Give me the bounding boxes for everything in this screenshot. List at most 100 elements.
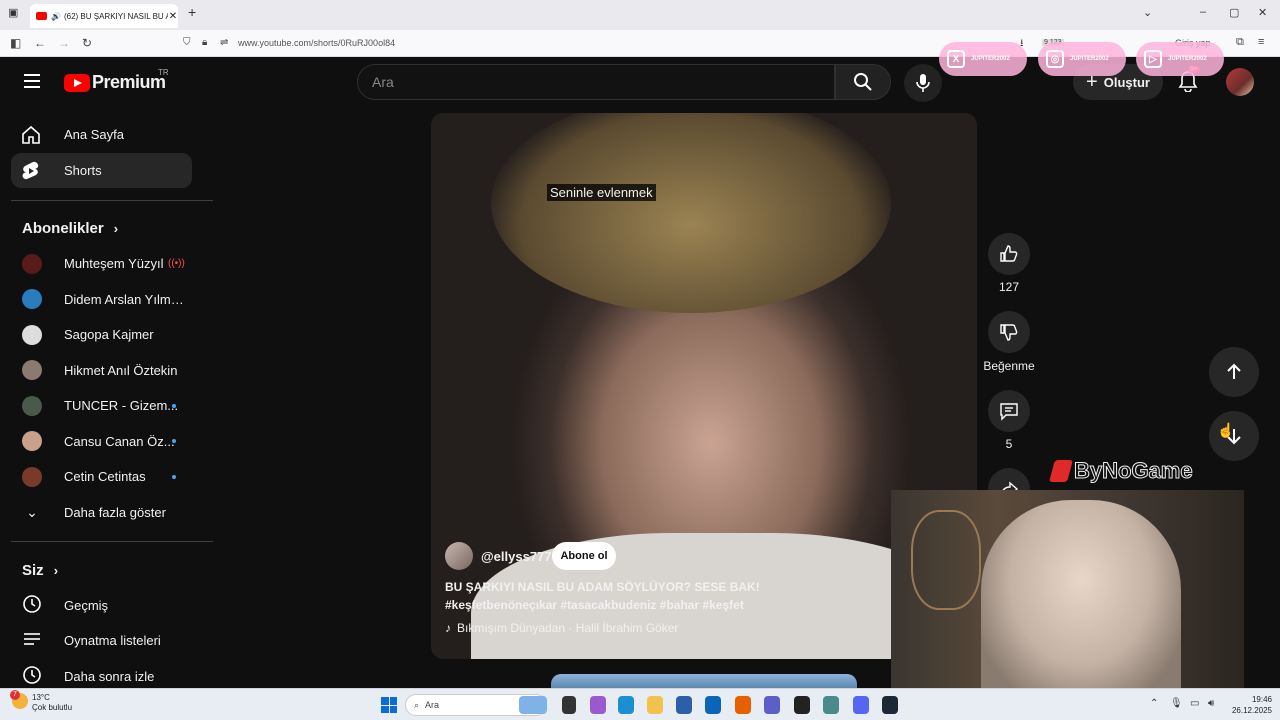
permissions-icon[interactable]: ⇌ xyxy=(220,37,228,48)
sidebar-toggle-icon[interactable]: ◧ xyxy=(10,36,21,50)
sidebar-item-label: Ana Sayfa xyxy=(64,127,124,142)
sidebar-divider xyxy=(11,541,213,542)
subscription-item[interactable]: Hikmet Anıl Öztekin xyxy=(22,353,192,388)
teams-icon[interactable] xyxy=(764,696,780,714)
like-button[interactable] xyxy=(988,233,1030,275)
search-input[interactable] xyxy=(358,65,834,99)
search-icon: ⌕ xyxy=(414,699,420,710)
subscription-item[interactable]: Cansu Canan Öz... xyxy=(22,424,192,459)
address-bar[interactable]: www.youtube.com/shorts/0RuRJ00ol84 xyxy=(238,38,395,48)
show-more-button[interactable]: ⌄ Daha fazla göster xyxy=(22,495,192,530)
video-title[interactable]: BU ŞARKIYI NASIL BU ADAM SÖYLÜYOR? SESE … xyxy=(445,578,875,614)
next-short-preview[interactable] xyxy=(551,674,857,688)
thumbs-up-icon xyxy=(1000,245,1018,262)
sidebar-item-home[interactable]: Ana Sayfa xyxy=(11,117,192,152)
clock-time: 19:46 xyxy=(1251,695,1272,704)
bynogame-text: ByNoGame xyxy=(1074,458,1194,484)
channel-name[interactable]: @ellyss777 xyxy=(481,549,552,564)
youtube-premium-logo[interactable]: Premium TR xyxy=(64,68,169,93)
weather-app-icon[interactable] xyxy=(519,696,547,714)
firefox-icon[interactable] xyxy=(735,696,751,714)
subscription-item[interactable]: Didem Arslan Yılma... xyxy=(22,282,192,317)
browser-tab-bar: ▣ 🔊 (62) BU ŞARKIYI NASIL BU A ✕ + ⌄ – ▢… xyxy=(0,0,1280,30)
new-content-dot xyxy=(172,474,176,479)
sidebar-item-playlists[interactable]: Oynatma listeleri xyxy=(22,623,192,658)
comments-button[interactable] xyxy=(988,390,1030,432)
streamer-figure xyxy=(981,500,1181,690)
subscription-item[interactable]: TUNCER - Gizem... xyxy=(22,388,192,423)
subscriptions-heading[interactable]: Abonelikler › xyxy=(22,220,118,237)
tab-list-chevron-icon[interactable]: ⌄ xyxy=(1143,6,1152,19)
channel-avatar[interactable] xyxy=(445,542,473,570)
copilot-icon[interactable] xyxy=(590,696,606,714)
subscribe-button[interactable]: Abone ol xyxy=(552,542,616,570)
discord-icon[interactable] xyxy=(853,696,869,714)
weather-widget[interactable]: 7 13°C Çok bulutlu xyxy=(10,690,72,713)
forward-button[interactable]: → xyxy=(58,36,70,50)
browser-tab[interactable]: 🔊 (62) BU ŞARKIYI NASIL BU A ✕ xyxy=(30,4,178,28)
create-label: Oluştur xyxy=(1103,74,1150,90)
dislike-button[interactable] xyxy=(988,311,1030,353)
playlist-icon xyxy=(22,629,42,652)
streamer-webcam xyxy=(891,490,1244,690)
you-heading[interactable]: Siz › xyxy=(22,562,58,579)
music-link[interactable]: ♪ Bıkmışım Dünyadan · Halil İbrahim Göke… xyxy=(445,621,678,635)
sidebar-item-history[interactable]: Geçmiş xyxy=(22,588,192,623)
search-button[interactable] xyxy=(835,64,891,100)
lock-icon[interactable]: 🔒︎ xyxy=(202,37,207,48)
volume-icon[interactable]: 🔊︎ xyxy=(1208,698,1214,709)
extensions-icon[interactable]: ⧉ xyxy=(1236,36,1244,49)
weather-icon: 7 xyxy=(10,690,28,709)
menu-icon[interactable]: ≡ xyxy=(1258,36,1264,48)
close-window-button[interactable]: ✕ xyxy=(1258,6,1267,19)
previous-short-button[interactable] xyxy=(1209,347,1259,397)
network-icon[interactable]: ▭ xyxy=(1190,698,1199,709)
taskbar-search-label: Ara xyxy=(425,700,440,710)
sidebar-item-label: Geçmiş xyxy=(64,598,109,613)
minimize-button[interactable]: – xyxy=(1200,6,1206,18)
user-avatar[interactable] xyxy=(1226,68,1254,96)
reload-button[interactable]: ↻ xyxy=(82,36,92,50)
subscription-label: Cetin Cetintas xyxy=(64,469,146,484)
back-button[interactable]: ← xyxy=(34,36,46,50)
start-button[interactable] xyxy=(381,697,397,713)
tab-overview-icon[interactable]: ▣ xyxy=(8,6,18,19)
sidebar-item-shorts[interactable]: Shorts xyxy=(11,153,192,188)
bynogame-logo: ByNoGame xyxy=(1049,458,1194,484)
channel-avatar xyxy=(22,289,42,309)
store-icon[interactable] xyxy=(676,696,692,714)
maximize-button[interactable]: ▢ xyxy=(1229,6,1239,19)
subscription-item[interactable]: Sagopa Kajmer xyxy=(22,317,192,352)
sidebar-divider xyxy=(11,200,213,201)
file-explorer-icon[interactable] xyxy=(647,696,663,714)
taskbar-clock[interactable]: 19:46 26.12.2025 xyxy=(1228,694,1272,716)
microphone-tray-icon[interactable]: 🎙︎ xyxy=(1170,698,1183,709)
app-icon[interactable] xyxy=(794,696,810,714)
speaker-icon: 🔊 xyxy=(51,11,61,21)
subscription-item[interactable]: Muhteşem Yüzyıl ((•)) xyxy=(22,246,192,281)
video-frame-hair xyxy=(491,113,891,313)
subscription-label: Cansu Canan Öz... xyxy=(64,433,175,449)
comment-count: 5 xyxy=(1005,437,1013,451)
clock-date: 26.12.2025 xyxy=(1231,706,1272,715)
subscription-item[interactable]: Cetin Cetintas xyxy=(22,459,192,494)
subscription-label: Sagopa Kajmer xyxy=(64,327,154,342)
outlook-icon[interactable] xyxy=(705,696,721,714)
subscription-label: Hikmet Anıl Öztekin xyxy=(64,362,178,378)
close-tab-icon[interactable]: ✕ xyxy=(168,11,178,22)
shield-icon[interactable]: ⛉ xyxy=(183,37,191,48)
sidebar-item-label: Daha sonra izle xyxy=(64,669,155,684)
steam-icon[interactable] xyxy=(882,696,898,714)
tray-chevron-icon[interactable]: ⌃ xyxy=(1150,698,1158,709)
settings-icon[interactable] xyxy=(823,696,839,714)
weather-badge: 7 xyxy=(10,690,20,700)
brand-text: Premium xyxy=(92,72,166,92)
voice-search-button[interactable] xyxy=(904,64,942,102)
task-view-icon[interactable] xyxy=(562,696,576,714)
history-icon xyxy=(22,594,42,617)
menu-hamburger-icon[interactable] xyxy=(24,74,40,92)
clock-icon xyxy=(22,665,42,688)
bynogame-mark-icon xyxy=(1049,460,1073,482)
edge-icon[interactable] xyxy=(618,696,634,714)
new-tab-button[interactable]: + xyxy=(188,4,196,20)
